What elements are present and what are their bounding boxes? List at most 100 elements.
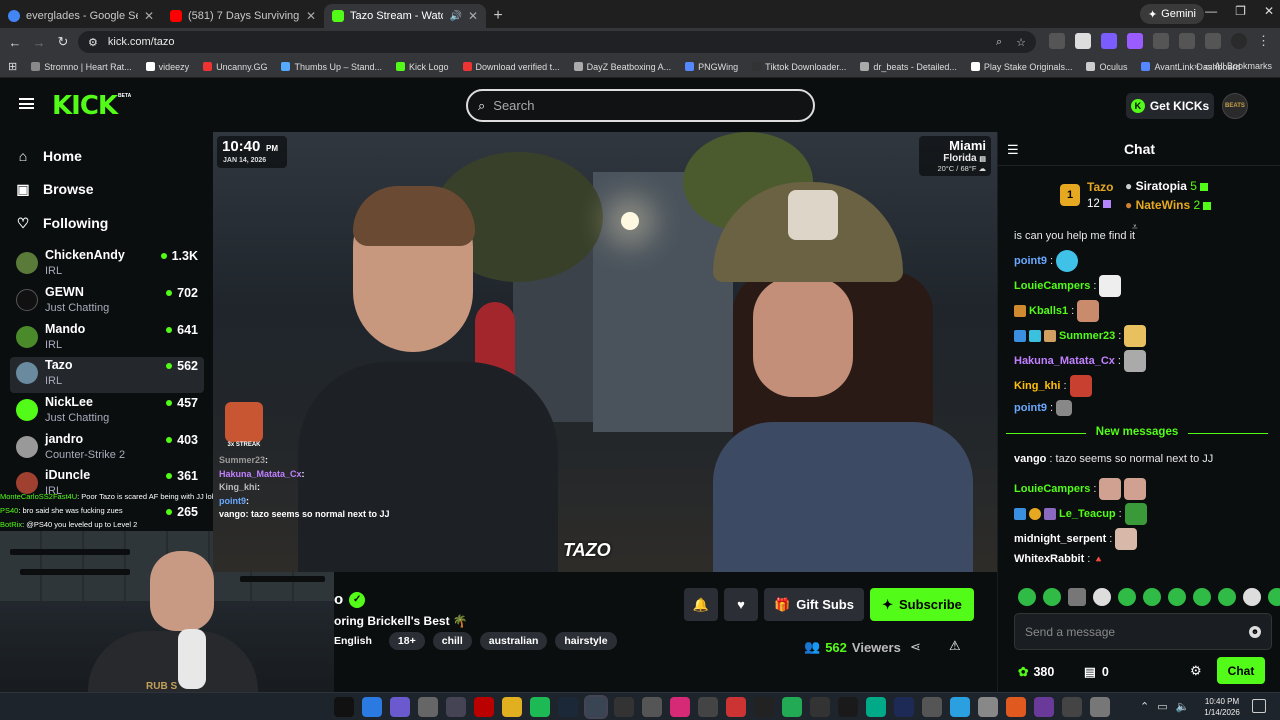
network-icon[interactable]: ▭ [1157,700,1167,713]
tiktok-icon[interactable] [838,697,858,717]
app-icon[interactable] [1062,697,1082,717]
sidepanel-icon[interactable] [1179,33,1195,49]
bookmark-item[interactable]: Play Stake Originals... [970,62,1072,72]
emote-button[interactable] [1018,588,1036,606]
speaker-icon[interactable]: 🔊 [449,11,461,22]
search-bar[interactable]: ⌕ [466,89,815,122]
app-icon[interactable] [642,697,662,717]
forward-icon[interactable]: → [27,35,51,50]
emote-button[interactable] [1243,588,1261,606]
puzzle-icon[interactable] [1153,33,1169,49]
steam-icon[interactable] [558,697,578,717]
back-icon[interactable]: ← [3,35,27,50]
volume-icon[interactable]: 🔈 [1176,700,1190,713]
new-messages-divider[interactable]: New messages [1006,426,1268,440]
gemini-button[interactable]: ✦ Gemini [1139,4,1204,24]
new-tab-button[interactable]: + [486,4,510,28]
app-icon[interactable] [698,697,718,717]
video-player[interactable]: 10:40 PM JAN 14, 2026 Miami Florida ▤ 20… [213,132,997,572]
send-chat-button[interactable]: Chat [1217,657,1265,684]
notification-icon[interactable] [1252,699,1266,713]
netflix-icon[interactable] [474,697,494,717]
user-avatar[interactable]: BEATS [1222,93,1248,119]
tab-kick-tazo[interactable]: Tazo Stream - Watch Live o 🔊 ✕ [324,4,486,28]
sidebar-item-browse[interactable]: ▣ Browse [15,181,93,198]
bookmark-item[interactable]: Tiktok Downloader... [752,62,846,72]
emote-button[interactable] [1118,588,1136,606]
close-icon[interactable]: ✕ [468,9,478,23]
close-icon[interactable]: ✕ [306,9,316,23]
app-icon[interactable] [754,697,774,717]
tag-chill[interactable]: chill [432,632,472,650]
report-icon[interactable]: ⚠ [949,638,961,654]
emote-button[interactable] [1218,588,1236,606]
message-user[interactable]: LouieCampers [1014,483,1090,495]
photoshop-icon[interactable] [894,697,914,717]
gift-subs-button[interactable]: 🎁 Gift Subs [764,588,864,621]
minimize-icon[interactable]: — [1205,4,1217,18]
notification-button[interactable]: 🔔 [684,588,718,621]
app-icon[interactable] [446,697,466,717]
bookmark-item[interactable]: DayZ Beatboxing A... [573,62,671,72]
reload-icon[interactable]: ↻ [51,34,75,50]
sidebar-item-home[interactable]: ⌂ Home [15,148,82,164]
chat-message-input[interactable] [1025,624,1249,639]
message-user[interactable]: Hakuna_Matata_Cx [1014,355,1115,367]
channel-points[interactable]: ✿ 380 [1018,664,1054,680]
chevron-up-icon[interactable]: ⌃ [1140,700,1149,713]
tag-australian[interactable]: australian [479,632,548,650]
menu-dots-icon[interactable]: ⋮ [1257,33,1270,49]
get-kicks-button[interactable]: K Get KICKs [1126,93,1214,119]
streamer-name[interactable]: o ✓ [334,591,366,608]
drops-counter[interactable]: ▤ 0 [1084,664,1109,680]
zoom-icon[interactable]: ⌕ [996,36,1002,49]
app-icon[interactable] [810,697,830,717]
follow-button[interactable]: ♥ [724,588,758,621]
app-icon[interactable] [1034,697,1054,717]
extension-icon[interactable] [1075,33,1091,49]
leader-name[interactable]: Tazo [1087,180,1113,194]
tiktok-icon[interactable] [334,697,354,717]
edge-icon[interactable] [866,697,886,717]
extension-icon[interactable] [1101,33,1117,49]
extension-icon[interactable] [1127,33,1143,49]
app-icon[interactable] [362,697,382,717]
emote-button[interactable] [1143,588,1161,606]
bookmark-item[interactable]: Kick Logo [396,62,449,72]
tag-18plus[interactable]: 18+ [388,632,425,650]
message-user[interactable]: Summer23 [1059,330,1115,342]
channel-item[interactable]: ChickenAndy IRL 1.3K [10,247,204,283]
app-icon[interactable] [502,697,522,717]
emote-button[interactable] [1268,588,1280,606]
site-info-icon[interactable]: ⚙ [88,36,98,49]
emote-button[interactable] [1068,588,1086,606]
search-input[interactable] [493,98,774,113]
app-icon[interactable] [1006,697,1026,717]
message-user[interactable]: LouieCampers [1014,280,1090,292]
sidebar-item-following[interactable]: ♡ Following [15,215,109,232]
app-icon[interactable] [1090,697,1110,717]
share-icon[interactable]: ⋖ [910,639,921,655]
channel-item[interactable]: GEWN Just Chatting 702 [10,284,204,320]
message-user[interactable]: point9 [1014,402,1047,414]
message-user[interactable]: Kballs1 [1029,305,1068,317]
system-clock[interactable]: 10:40 PM 1/14/2026 [1198,696,1246,718]
chrome-icon[interactable] [584,695,608,719]
tab-youtube[interactable]: (581) 7 Days Surviving Alone in ✕ [162,4,324,28]
app-icon[interactable] [390,697,410,717]
emote-button[interactable] [1193,588,1211,606]
bookmark-item[interactable]: videezy [145,62,189,72]
instagram-icon[interactable] [670,697,690,717]
channel-item-selected[interactable]: Tazo IRL 562 [10,357,204,393]
tab-google-search[interactable]: everglades - Google Search ✕ [0,4,162,28]
message-user[interactable]: King_khi [1014,380,1060,392]
close-icon[interactable]: ✕ [144,9,154,23]
message-user[interactable]: point9 [1014,255,1047,267]
app-icon[interactable] [978,697,998,717]
chat-settings-icon[interactable]: ⚙ [1190,663,1202,679]
grammarly-icon[interactable] [530,697,550,717]
chat-input-box[interactable]: ☻ [1014,613,1272,650]
extension-icon[interactable] [1049,33,1065,49]
message-user[interactable]: vango [1014,453,1046,465]
app-icon[interactable] [782,697,802,717]
